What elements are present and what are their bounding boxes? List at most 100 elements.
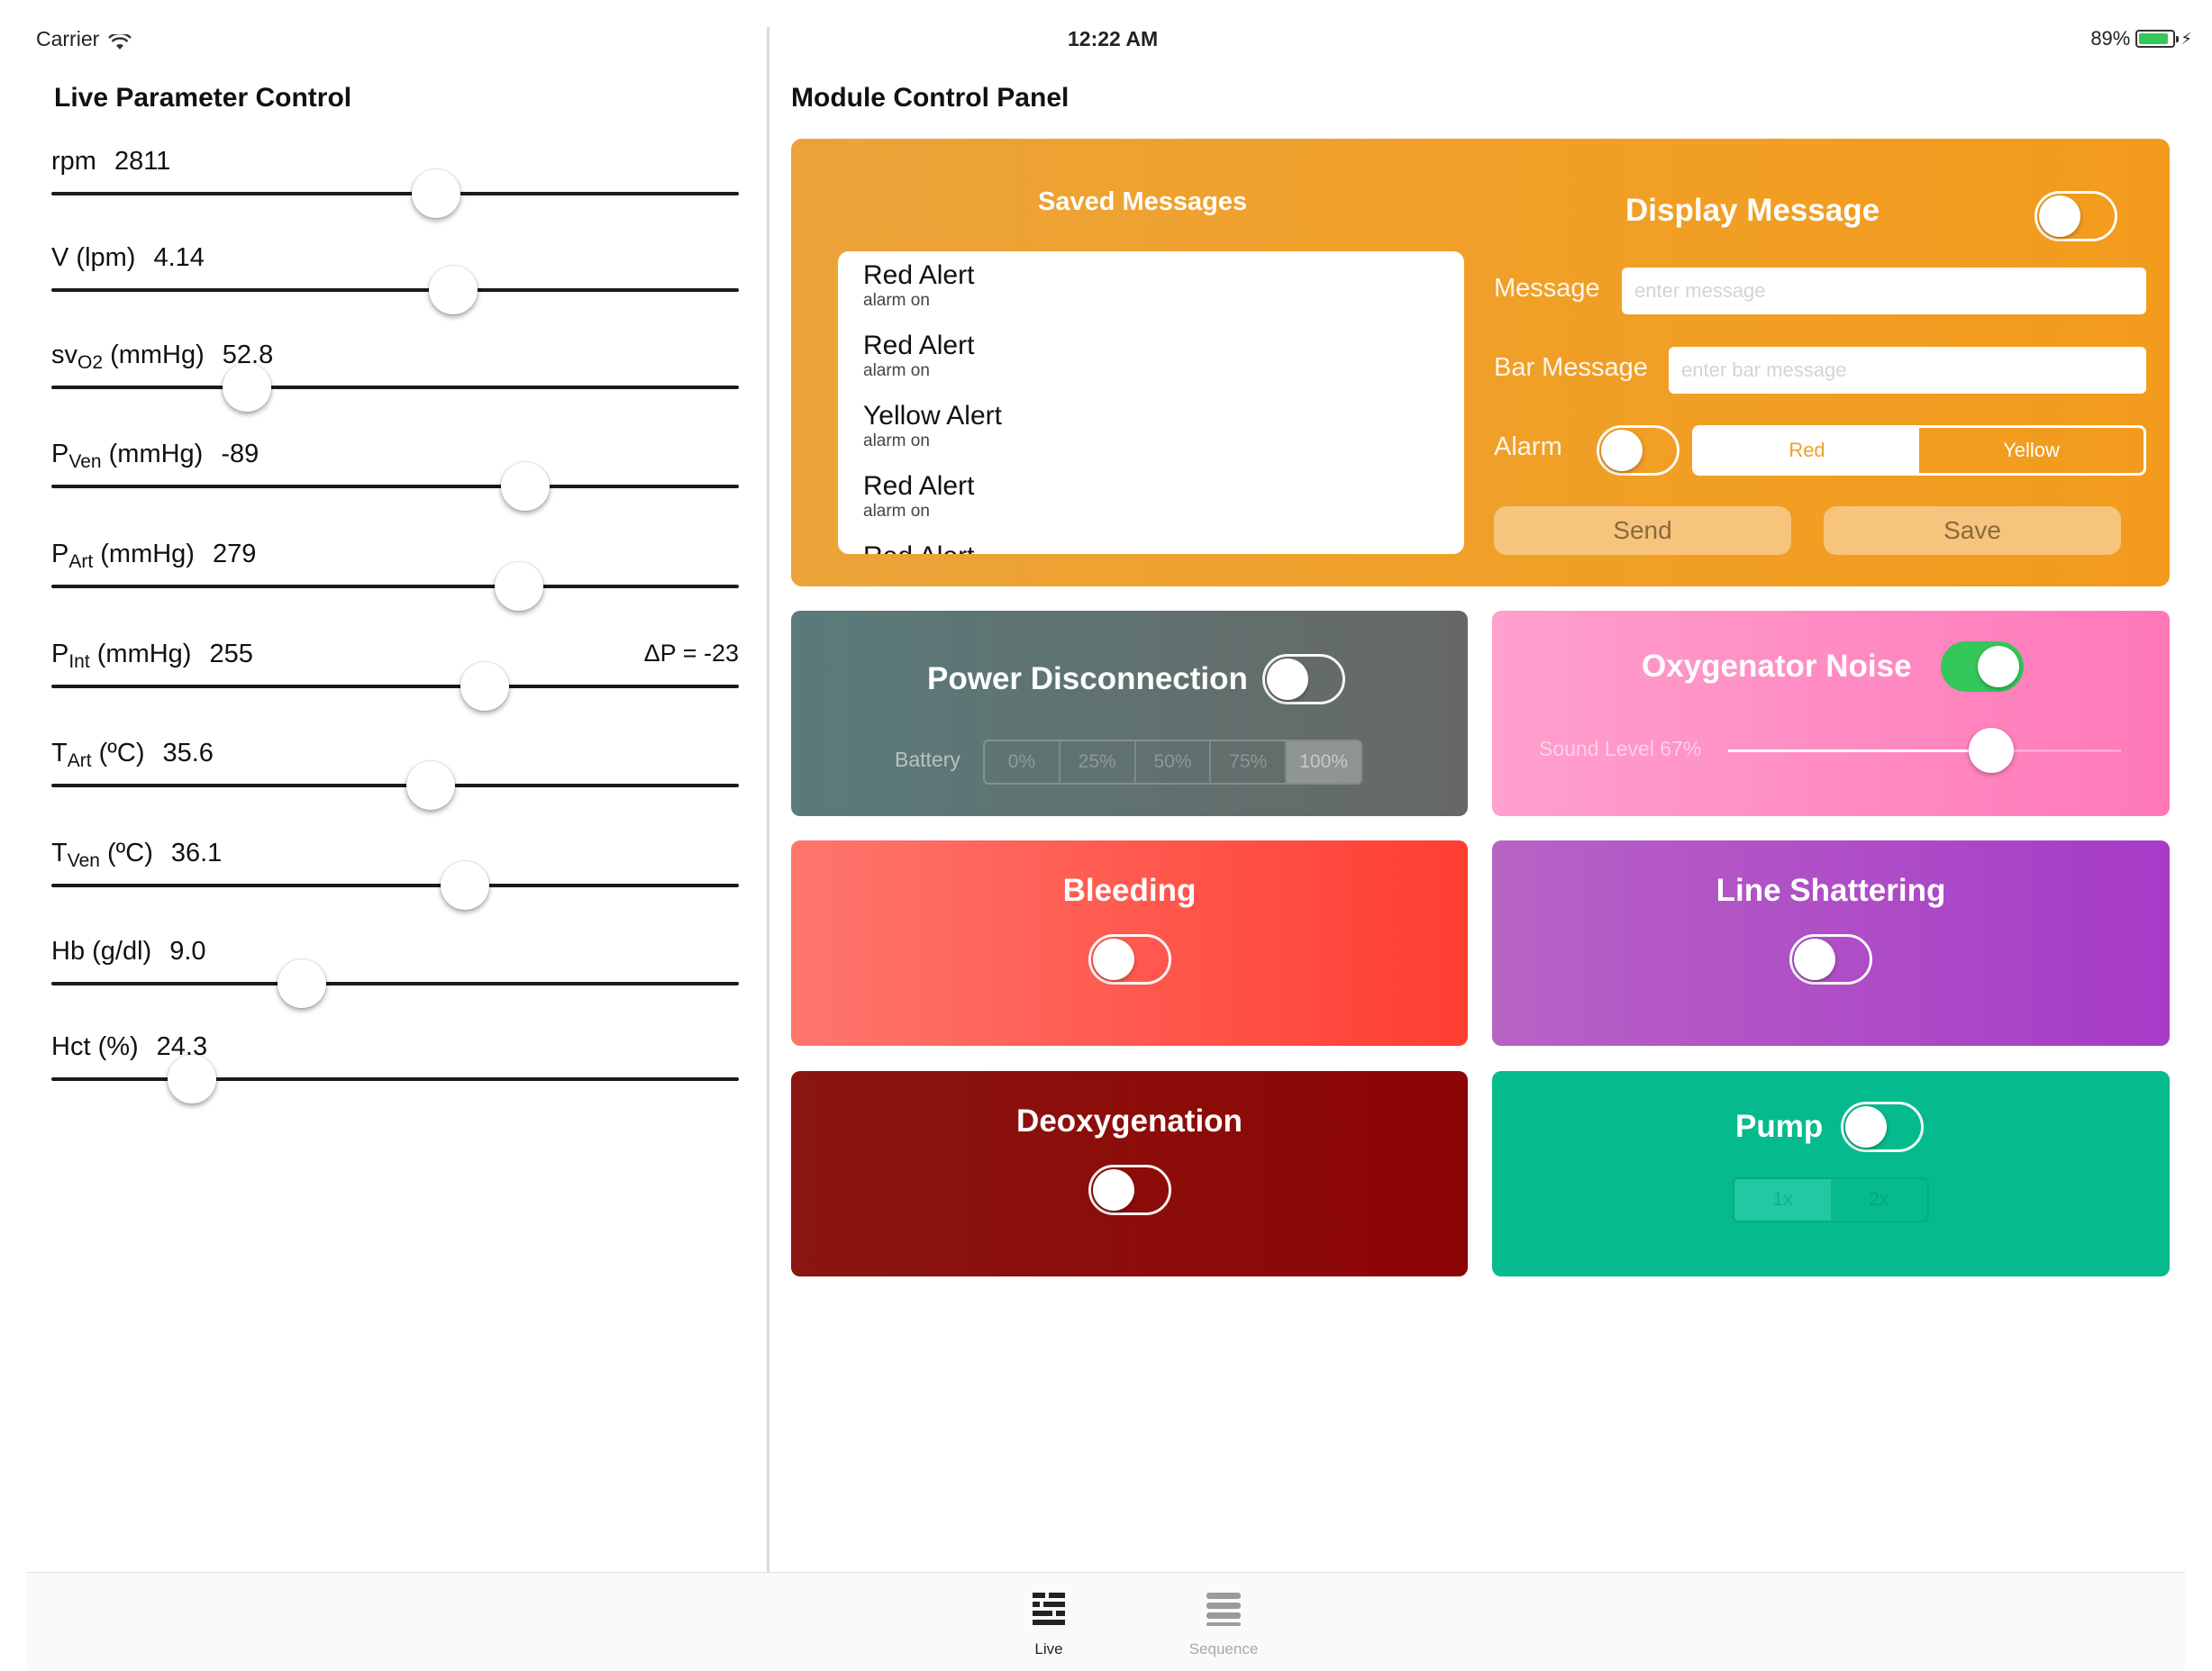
saved-message-subtitle: alarm on (863, 361, 930, 380)
sound-level-thumb[interactable] (1969, 728, 2015, 773)
parameter-slider[interactable] (51, 884, 739, 887)
deoxygenation-toggle[interactable] (1088, 1165, 1171, 1215)
send-button[interactable]: Send (1494, 506, 1791, 555)
toggle-knob (1267, 658, 1308, 700)
saved-message-title: Yellow Alert (863, 401, 1002, 431)
tab-sequence[interactable]: Sequence (1183, 1587, 1264, 1658)
parameter-slider[interactable] (51, 982, 739, 985)
toggle-knob (1601, 430, 1643, 471)
parameter-slider[interactable] (51, 784, 739, 787)
parameter-symbol: V (51, 243, 69, 272)
saved-message-subtitle: alarm on (863, 502, 930, 521)
bleeding-toggle[interactable] (1088, 934, 1171, 985)
tab-bar: Live Sequence (27, 1572, 2185, 1671)
alarm-color-selector: Red Yellow (1692, 425, 2146, 476)
parameter-subscript: Art (68, 551, 94, 572)
carrier-info: Carrier (36, 27, 132, 51)
slider-thumb[interactable] (168, 1055, 217, 1103)
slider-thumb[interactable] (278, 959, 327, 1008)
parameter-slider[interactable] (51, 685, 739, 688)
saved-message-item[interactable]: Red Alert alarm on (863, 260, 1464, 331)
parameter-slider[interactable] (51, 1077, 739, 1081)
parameter-name: PArt (mmHg) (51, 540, 195, 572)
parameter-symbol: T (51, 839, 68, 867)
alarm-option-red[interactable]: Red (1695, 428, 1919, 473)
parameter-label: TVen (ºC) 36.1 (51, 839, 222, 872)
parameter-symbol: P (51, 640, 69, 668)
deoxygenation-title: Deoxygenation (1016, 1103, 1243, 1139)
parameter-value: 255 (209, 640, 253, 668)
parameter-symbol: P (51, 440, 69, 468)
parameter-unit: (mmHg) (108, 440, 204, 468)
parameter-slider[interactable] (51, 288, 739, 292)
carrier-label: Carrier (36, 27, 100, 50)
parameter-symbol: P (51, 540, 69, 568)
sound-level-slider[interactable] (1728, 728, 2121, 773)
parameter-unit: (mmHg) (100, 540, 195, 568)
parameter-row: V (lpm) 4.14 (51, 243, 739, 333)
slider-thumb[interactable] (460, 662, 509, 711)
message-input[interactable] (1622, 268, 2146, 314)
slider-thumb[interactable] (494, 562, 543, 611)
alarm-toggle[interactable] (1597, 425, 1679, 476)
saved-message-title: Red Alert (863, 331, 975, 360)
status-bar: Carrier 12:22 AM 89% ⚡ (0, 0, 2212, 72)
saved-messages-list[interactable]: Red Alert alarm on Red Alert alarm on Yellow… (838, 251, 1464, 554)
parameter-name: Hb (g/dl) (51, 937, 151, 966)
parameter-unit: (%) (97, 1032, 139, 1061)
split-view-divider[interactable] (767, 27, 769, 1572)
bar-message-input[interactable] (1669, 347, 2146, 394)
parameter-slider[interactable] (51, 485, 739, 488)
slider-thumb[interactable] (441, 861, 490, 910)
display-message-card: Saved Messages Red Alert alarm on Red Aler… (791, 139, 2170, 586)
parameter-row: Hct (%) 24.3 (51, 1032, 739, 1122)
battery-level-option[interactable]: 100% (1287, 741, 1361, 783)
saved-message-item[interactable]: Red Alert (863, 541, 1464, 554)
battery-icon (2135, 30, 2180, 48)
oxygenator-noise-toggle[interactable] (1941, 641, 2024, 692)
battery-level-option[interactable]: 0% (985, 741, 1060, 783)
saved-message-item[interactable]: Yellow Alert alarm on (863, 401, 1464, 471)
alarm-label: Alarm (1494, 432, 1562, 461)
parameter-value: 9.0 (169, 937, 206, 966)
slider-thumb[interactable] (406, 761, 456, 810)
saved-message-item[interactable]: Red Alert alarm on (863, 471, 1464, 541)
alarm-option-yellow[interactable]: Yellow (1919, 428, 2144, 473)
display-message-toggle[interactable] (2034, 191, 2117, 241)
pump-title: Pump (1735, 1109, 1824, 1144)
line-shattering-title: Line Shattering (1716, 873, 1946, 908)
slider-thumb[interactable] (412, 169, 461, 218)
parameter-name: V (lpm) (51, 243, 135, 272)
tab-live[interactable]: Live (1008, 1587, 1089, 1658)
pump-toggle[interactable] (1841, 1102, 1924, 1152)
toggle-knob (2039, 195, 2080, 237)
parameter-value: -89 (221, 440, 259, 468)
parameter-slider[interactable] (51, 585, 739, 588)
battery-level-option[interactable]: 25% (1060, 741, 1136, 783)
toggle-knob (1794, 939, 1835, 980)
parameter-name: Hct (%) (51, 1032, 139, 1061)
parameter-label: PInt (mmHg) 255 (51, 640, 253, 673)
parameter-slider[interactable] (51, 386, 739, 389)
save-button[interactable]: Save (1824, 506, 2121, 555)
charging-bolt-icon: ⚡ (2180, 29, 2192, 48)
slider-thumb[interactable] (223, 363, 272, 412)
parameter-row: PVen (mmHg) -89 (51, 440, 739, 530)
sequence-icon (1202, 1587, 1245, 1635)
parameter-name: TVen (ºC) (51, 839, 153, 871)
parameter-subscript: Int (68, 651, 90, 672)
saved-message-item[interactable]: Red Alert alarm on (863, 331, 1464, 401)
battery-level-option[interactable]: 50% (1136, 741, 1212, 783)
pump-speed-option[interactable]: 2x (1831, 1179, 1927, 1221)
parameter-unit: (ºC) (107, 839, 153, 867)
pump-speed-option[interactable]: 1x (1734, 1179, 1831, 1221)
parameter-label: V (lpm) 4.14 (51, 243, 205, 273)
parameter-slider[interactable] (51, 192, 739, 195)
battery-level-option[interactable]: 75% (1211, 741, 1288, 783)
parameter-name: TArt (ºC) (51, 739, 144, 771)
line-shattering-toggle[interactable] (1789, 934, 1872, 985)
slider-thumb[interactable] (501, 462, 551, 511)
power-disconnection-toggle[interactable] (1262, 654, 1345, 704)
bleeding-card: Bleeding (791, 840, 1468, 1046)
slider-thumb[interactable] (429, 266, 478, 314)
